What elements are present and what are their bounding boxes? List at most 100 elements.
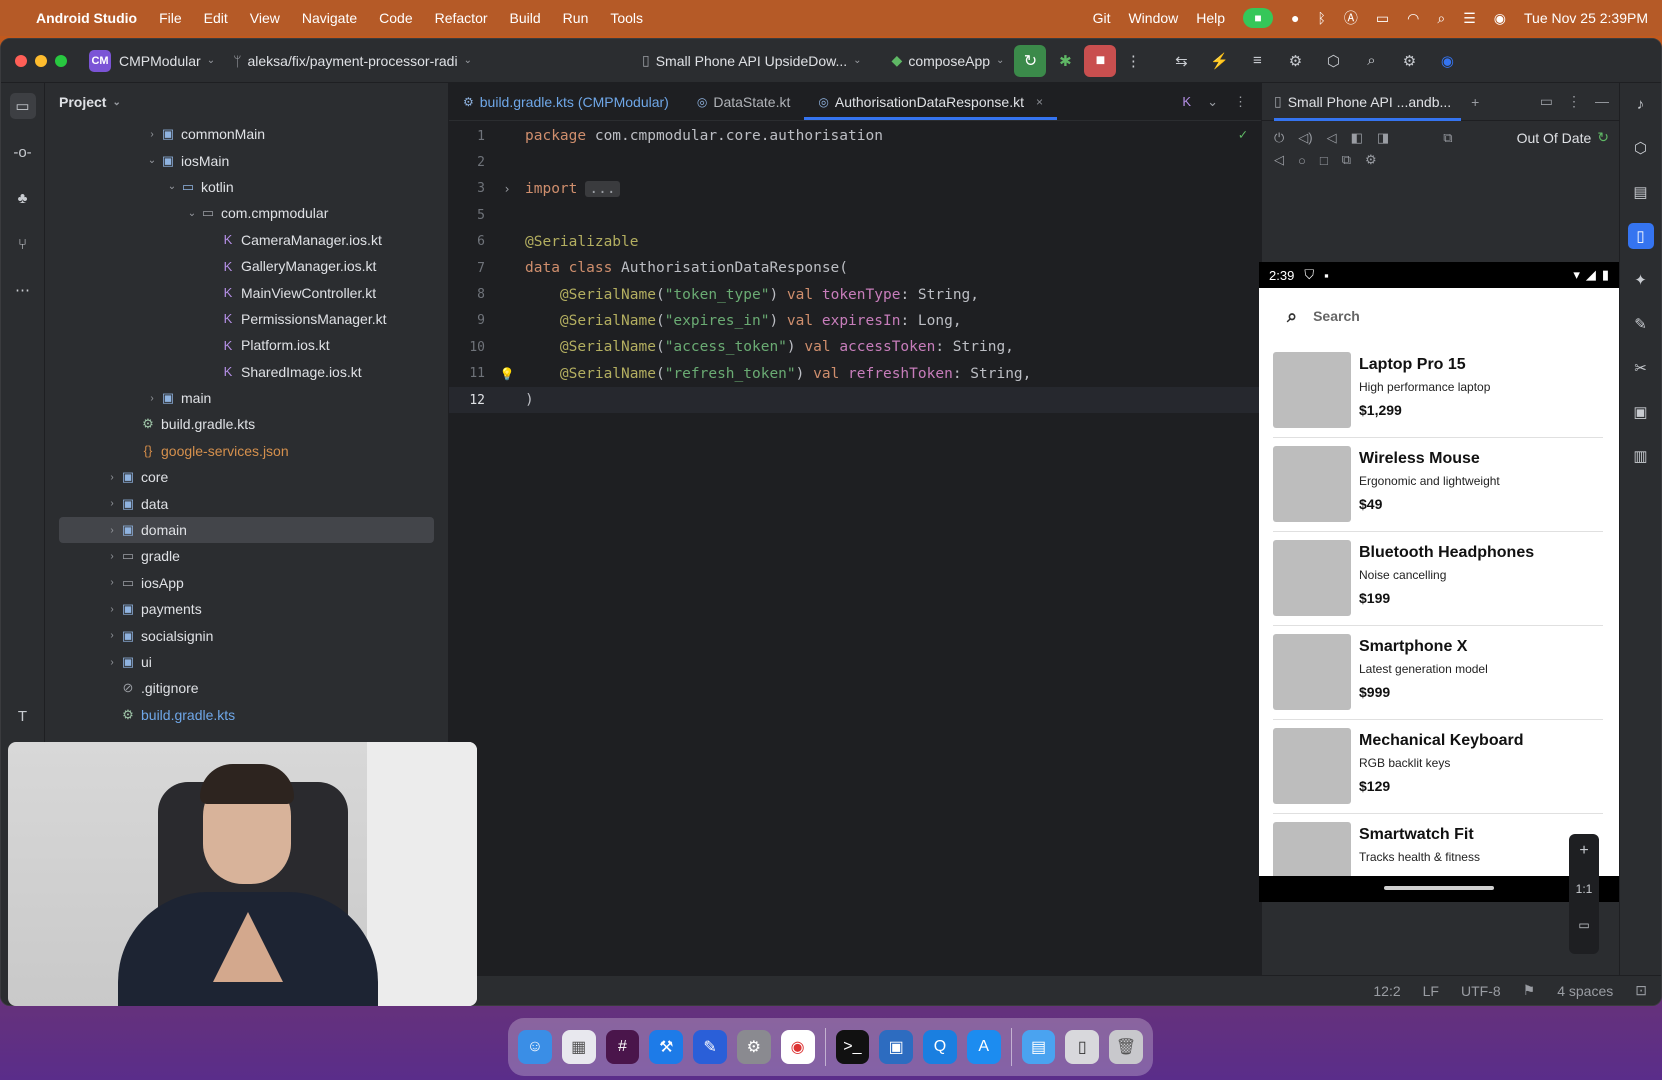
project-selector[interactable]: CMPModular ⌄ — [119, 53, 215, 69]
terminal-icon[interactable]: T — [10, 703, 36, 729]
minimize-window-icon[interactable] — [35, 54, 47, 67]
clock[interactable]: Tue Nov 25 2:39PM — [1524, 10, 1648, 26]
more-tools-icon[interactable]: ⋯ — [10, 277, 36, 303]
zoom-window-icon[interactable] — [55, 54, 67, 67]
tree-item[interactable]: ⊘ .gitignore — [45, 675, 448, 701]
stop-button[interactable]: ■ — [1084, 44, 1117, 77]
gemini-icon[interactable]: ✦ — [1628, 267, 1654, 293]
window-menu[interactable]: Window — [1128, 10, 1178, 26]
chevron-down-icon[interactable]: ⌄ — [165, 181, 179, 192]
tree-item[interactable]: ⌄ ▭ com.cmpmodular — [45, 200, 448, 226]
tree-item[interactable]: › ▭ iosApp — [45, 570, 448, 596]
control-center-icon[interactable]: ☰ — [1463, 10, 1476, 27]
chevron-right-icon[interactable]: › — [145, 129, 159, 140]
tree-item[interactable]: › ▣ domain — [59, 516, 434, 544]
tree-item[interactable]: {} google-services.json — [45, 438, 448, 464]
device-manager-icon[interactable]: ⚙ — [1284, 50, 1306, 72]
chevron-right-icon[interactable]: › — [105, 577, 119, 588]
chevron-down-icon[interactable]: ⌄ — [185, 208, 199, 219]
notifications-bell-icon[interactable]: ♪ — [1628, 91, 1654, 117]
code-line[interactable]: 10 @SerialName("access_token") val acces… — [449, 334, 1261, 360]
simulator-icon[interactable]: ▣ — [879, 1030, 914, 1064]
back-icon[interactable]: ◁ — [1274, 152, 1284, 168]
more-options-icon[interactable]: ⋮ — [1122, 50, 1144, 72]
chrome-icon[interactable]: ◉ — [780, 1030, 815, 1064]
menu-file[interactable]: File — [159, 10, 182, 26]
menu-edit[interactable]: Edit — [204, 10, 228, 26]
project-folder-icon[interactable]: ▭ — [9, 93, 36, 119]
device-settings-icon[interactable]: ⚙ — [1365, 152, 1377, 168]
indent-setting[interactable]: 4 spaces — [1557, 983, 1613, 999]
code-line[interactable]: 6 @Serializable — [449, 229, 1261, 255]
fold-arrow-icon[interactable]: › — [489, 182, 525, 196]
menu-build[interactable]: Build — [510, 10, 541, 26]
battery-icon[interactable]: ▭ — [1376, 10, 1389, 27]
zoom-actual-size[interactable]: 1:1 — [1576, 882, 1593, 896]
tree-item[interactable]: › ▣ payments — [45, 596, 448, 622]
search-icon[interactable]: ⌕ — [1360, 50, 1382, 72]
chevron-right-icon[interactable]: › — [105, 525, 119, 536]
out-of-date-status[interactable]: Out Of Date ↻ — [1517, 129, 1609, 146]
tools-icon[interactable]: ✂ — [1628, 355, 1654, 381]
home-gesture-pill[interactable] — [1384, 886, 1494, 890]
menu-run[interactable]: Run — [563, 10, 589, 26]
edit-icon[interactable]: ✎ — [1628, 311, 1654, 337]
emulator-icon[interactable]: ▣ — [1628, 399, 1654, 425]
wifi-icon[interactable]: ◠ — [1407, 10, 1419, 27]
add-device-icon[interactable]: + — [1471, 94, 1479, 110]
minimize-panel-icon[interactable]: — — [1595, 93, 1609, 110]
device-file-explorer-icon[interactable]: ▤ — [1628, 179, 1654, 205]
device-selector[interactable]: ▯ Small Phone API UpsideDow... ⌄ — [642, 52, 862, 69]
run-config-selector[interactable]: ◆ composeApp ⌄ — [892, 52, 1005, 69]
tree-item[interactable]: K SharedImage.ios.kt — [45, 359, 448, 385]
code-line[interactable]: 3 › import... — [449, 176, 1261, 202]
tree-item[interactable]: ⚙ build.gradle.kts — [45, 702, 448, 728]
product-card[interactable]: Mechanical Keyboard RGB backlit keys $129 — [1273, 720, 1603, 814]
app-store-icon[interactable]: A — [966, 1030, 1001, 1064]
menu-tools[interactable]: Tools — [610, 10, 643, 26]
input-source-icon[interactable]: Ⓐ — [1344, 8, 1358, 28]
close-tab-icon[interactable]: × — [1036, 95, 1043, 109]
code-line[interactable]: 5 — [449, 202, 1261, 228]
terminal-icon[interactable]: >_ — [835, 1030, 870, 1064]
git-menu[interactable]: Git — [1093, 10, 1111, 26]
home-icon[interactable]: ○ — [1298, 153, 1306, 168]
layout-icon[interactable]: ▭ — [1540, 93, 1553, 110]
quicktime-icon[interactable]: Q — [923, 1030, 957, 1064]
menu-code[interactable]: Code — [379, 10, 412, 26]
product-list[interactable]: Laptop Pro 15 High performance laptop $1,2… — [1259, 344, 1619, 902]
chevron-right-icon[interactable]: › — [105, 630, 119, 641]
xcode-icon[interactable]: ⚒ — [649, 1030, 684, 1064]
project-panel-header[interactable]: Project ⌄ — [45, 83, 448, 121]
slack-icon[interactable]: # — [605, 1030, 640, 1064]
layout-inspector-icon[interactable]: ▥ — [1628, 443, 1654, 469]
menu-view[interactable]: View — [250, 10, 280, 26]
sdk-manager-icon[interactable]: ⬡ — [1322, 50, 1344, 72]
tree-item[interactable]: ⌄ ▭ kotlin — [45, 174, 448, 200]
translate-icon[interactable]: ⇆ — [1170, 50, 1192, 72]
app-menu[interactable]: Android Studio — [36, 10, 137, 26]
siri-icon[interactable]: ◉ — [1494, 10, 1506, 27]
branch-selector[interactable]: ᛘ aleksa/fix/payment-processor-radi ⌄ — [233, 53, 472, 69]
tree-item[interactable]: K GalleryManager.ios.kt — [45, 253, 448, 279]
tree-item[interactable]: › ▣ core — [45, 464, 448, 490]
editor-tab[interactable]: ◎ AuthorisationDataResponse.kt × — [804, 83, 1057, 120]
product-card[interactable]: Smartphone X Latest generation model $999 — [1273, 626, 1603, 720]
tree-item[interactable]: K MainViewController.kt — [45, 279, 448, 305]
camera-indicator-icon[interactable]: ■ — [1243, 8, 1274, 28]
code-line[interactable]: 1 package com.cmpmodular.core.authorisati… — [449, 123, 1261, 149]
apply-changes-icon[interactable]: ⚡ — [1208, 50, 1230, 72]
emulator-screen[interactable]: 2:39 ⛉ ▪ ▾ ◢ ▮ ⌕ Search Laptop Pro 15 Hig… — [1259, 262, 1619, 902]
trash-icon[interactable]: 🗑 — [1109, 1030, 1143, 1064]
snapshot-icon[interactable]: ⧉ — [1342, 152, 1351, 168]
help-menu[interactable]: Help — [1196, 10, 1225, 26]
code-line[interactable]: 12) — [449, 386, 1261, 414]
tree-item[interactable]: K CameraManager.ios.kt — [45, 227, 448, 253]
inspector-icon[interactable]: ⚑ — [1523, 982, 1536, 999]
product-card[interactable]: Wireless Mouse Ergonomic and lightweight $… — [1273, 438, 1603, 532]
tree-item[interactable]: K PermissionsManager.kt — [45, 306, 448, 332]
tree-item[interactable]: › ▣ main — [45, 385, 448, 411]
editor-tab[interactable]: ◎ DataState.kt — [683, 83, 805, 120]
menu-refactor[interactable]: Refactor — [435, 10, 488, 26]
chevron-right-icon[interactable]: › — [105, 472, 119, 483]
